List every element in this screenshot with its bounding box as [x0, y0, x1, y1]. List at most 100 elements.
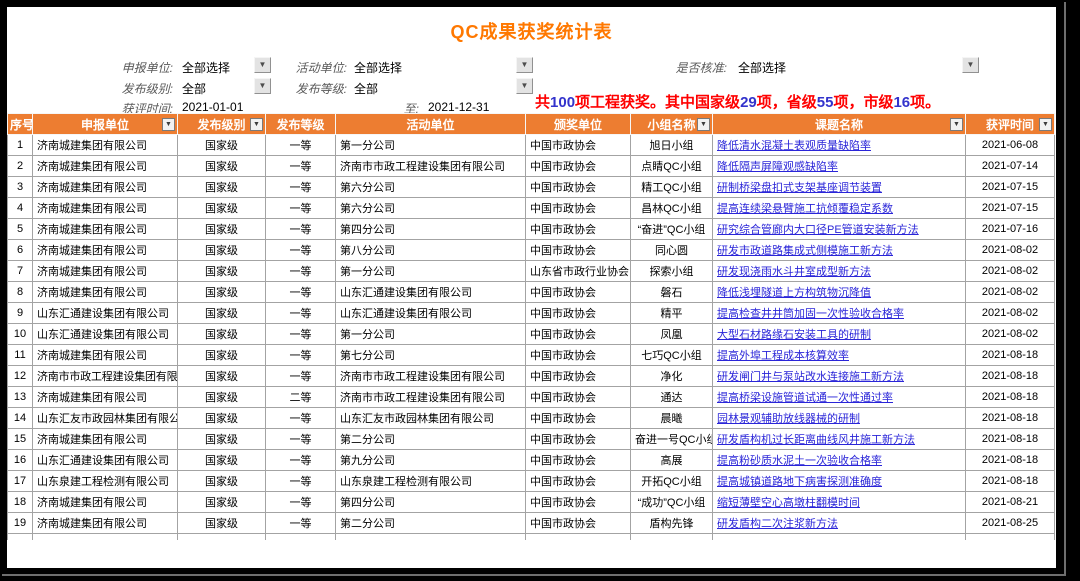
activity-unit-dropdown-icon[interactable]: ▼ [516, 57, 533, 73]
topic-link[interactable]: 提高粉砂质水泥土一次验收合格率 [717, 455, 882, 467]
cell-topic: 研制桥梁盘扣式支架基座调节装置 [713, 177, 966, 198]
cell-empty [266, 534, 336, 540]
cell-empty [631, 534, 713, 540]
summary-label: 项工程获奖。其中国家级 [575, 94, 740, 111]
approved-value[interactable]: 全部选择 [738, 59, 786, 76]
topic-link[interactable]: 研发现浇雨水斗井室成型新方法 [717, 266, 871, 278]
cell-group_name: 点睛QC小组 [631, 156, 713, 177]
summary-number: 16 [893, 94, 910, 111]
topic-link[interactable]: 提高城镇道路地下病害探测准确度 [717, 476, 882, 488]
cell-activity_unit: 第二分公司 [336, 429, 526, 450]
cell-activity_unit: 第二分公司 [336, 513, 526, 534]
publish-grade-value[interactable]: 全部 [354, 80, 378, 97]
cell-level: 国家级 [178, 219, 266, 240]
topic-link[interactable]: 提高桥梁设施管道试通一次性通过率 [717, 392, 893, 404]
cell-topic: 提高粉砂质水泥土一次验收合格率 [713, 450, 966, 471]
cell-group_name: 七巧QC小组 [631, 345, 713, 366]
topic-link[interactable]: 降低清水混凝土表观质量缺陷率 [717, 140, 871, 152]
cell-eval_date: 2021-07-14 [966, 156, 1055, 177]
column-filter-dropdown-icon[interactable]: ▼ [162, 118, 175, 131]
cell-award_unit: 中国市政协会 [526, 513, 631, 534]
window-frame-right-edge [1064, 2, 1066, 574]
activity-unit-label: 活动单位: [293, 59, 347, 76]
topic-link[interactable]: 提高连续梁悬臂施工抗倾覆稳定系数 [717, 203, 893, 215]
declare-unit-value[interactable]: 全部选择 [182, 59, 230, 76]
cell-level: 国家级 [178, 177, 266, 198]
cell-level: 国家级 [178, 135, 266, 156]
publish-level-value[interactable]: 全部 [182, 80, 206, 97]
cell-seq: 10 [8, 324, 33, 345]
declare-unit-dropdown-icon[interactable]: ▼ [254, 57, 271, 73]
cell-seq: 13 [8, 387, 33, 408]
activity-unit-value[interactable]: 全部选择 [354, 59, 402, 76]
column-filter-dropdown-icon[interactable]: ▼ [1039, 118, 1052, 131]
table-row: 1济南城建集团有限公司国家级一等第一分公司中国市政协会旭日小组降低清水混凝土表观… [8, 135, 1055, 156]
column-header-label: 序号 [10, 118, 33, 132]
approved-dropdown-icon[interactable]: ▼ [962, 57, 979, 73]
topic-link[interactable]: 研发闸门井与泵站改水连接施工新方法 [717, 371, 904, 383]
column-filter-dropdown-icon[interactable]: ▼ [697, 118, 710, 131]
cell-activity_unit: 第六分公司 [336, 198, 526, 219]
topic-link[interactable]: 降低隔声屏障观感缺陷率 [717, 161, 838, 173]
topic-link[interactable]: 研究综合管廊内大口径PE管道安装新方法 [717, 224, 919, 236]
cell-group_name: “成功”QC小组 [631, 492, 713, 513]
column-filter-dropdown-icon[interactable]: ▼ [950, 118, 963, 131]
cell-award_unit: 中国市政协会 [526, 282, 631, 303]
topic-link[interactable]: 提高检查井井筒加固一次性验收合格率 [717, 308, 904, 320]
topic-link[interactable]: 研发盾构机过长距离曲线风井施工新方法 [717, 434, 915, 446]
summary-label: 项，省级 [757, 94, 817, 111]
cell-unit: 济南城建集团有限公司 [33, 282, 178, 303]
cell-topic: 降低清水混凝土表观质量缺陷率 [713, 135, 966, 156]
cell-topic: 研发盾构机过长距离曲线风井施工新方法 [713, 429, 966, 450]
cell-award_unit: 中国市政协会 [526, 450, 631, 471]
cell-activity_unit: 济南市市政工程建设集团有限公司 [336, 387, 526, 408]
cell-empty [336, 534, 526, 540]
cell-topic: 提高连续梁悬臂施工抗倾覆稳定系数 [713, 198, 966, 219]
table-row: 9山东汇通建设集团有限公司国家级一等山东汇通建设集团有限公司中国市政协会精平提高… [8, 303, 1055, 324]
column-header-label: 获评时间 [986, 118, 1034, 132]
column-header-award_unit: 颁奖单位 [526, 114, 631, 135]
cell-activity_unit: 济南市市政工程建设集团有限公司 [336, 366, 526, 387]
eval-time-start-value[interactable]: 2021-01-01 [182, 100, 243, 114]
cell-level: 国家级 [178, 156, 266, 177]
results-table-wrap: 序号申报单位▼发布级别▼发布等级活动单位颁奖单位小组名称▼课题名称▼获评时间▼ … [7, 113, 1056, 540]
summary-label: 项。 [910, 94, 940, 111]
cell-award_unit: 中国市政协会 [526, 240, 631, 261]
cell-award_unit: 中国市政协会 [526, 408, 631, 429]
cell-unit: 济南城建集团有限公司 [33, 198, 178, 219]
page-title: QC成果获奖统计表 [7, 18, 1056, 44]
cell-grade: 一等 [266, 324, 336, 345]
summary-label: 项，市级 [833, 94, 893, 111]
column-filter-dropdown-icon[interactable]: ▼ [250, 118, 263, 131]
table-row: 13济南城建集团有限公司国家级二等济南市市政工程建设集团有限公司中国市政协会通达… [8, 387, 1055, 408]
cell-empty [33, 534, 178, 540]
topic-link[interactable]: 园林景观辅助放线器械的研制 [717, 413, 860, 425]
cell-activity_unit: 第六分公司 [336, 177, 526, 198]
cell-seq: 1 [8, 135, 33, 156]
cell-seq: 8 [8, 282, 33, 303]
topic-link[interactable]: 研制桥梁盘扣式支架基座调节装置 [717, 182, 882, 194]
publish-level-label: 发布级别: [121, 80, 173, 97]
publish-grade-dropdown-icon[interactable]: ▼ [516, 78, 533, 94]
cell-eval_date: 2021-08-18 [966, 345, 1055, 366]
cell-level: 国家级 [178, 240, 266, 261]
cell-grade: 一等 [266, 240, 336, 261]
cell-unit: 济南城建集团有限公司 [33, 513, 178, 534]
topic-link[interactable]: 研发市政道路集成式侧模施工新方法 [717, 245, 893, 257]
cell-activity_unit: 第八分公司 [336, 240, 526, 261]
topic-link[interactable]: 降低浅埋隧道上方构筑物沉降值 [717, 287, 871, 299]
topic-link[interactable]: 提高外埠工程成本核算效率 [717, 350, 849, 362]
topic-link[interactable]: 研发盾构二次注浆新方法 [717, 518, 838, 530]
cell-topic: 缩短薄壁空心高墩柱翻模时间 [713, 492, 966, 513]
topic-link[interactable]: 大型石材路缘石安装工具的研制 [717, 329, 871, 341]
topic-link[interactable]: 缩短薄壁空心高墩柱翻模时间 [717, 497, 860, 509]
column-header-seq: 序号 [8, 114, 33, 135]
publish-level-dropdown-icon[interactable]: ▼ [254, 78, 271, 94]
cell-eval_date: 2021-07-15 [966, 198, 1055, 219]
cell-activity_unit: 山东汇通建设集团有限公司 [336, 303, 526, 324]
cell-eval_date: 2021-08-18 [966, 408, 1055, 429]
cell-unit: 山东汇通建设集团有限公司 [33, 324, 178, 345]
cell-grade: 一等 [266, 282, 336, 303]
eval-time-end-value[interactable]: 2021-12-31 [428, 100, 489, 114]
cell-unit: 济南城建集团有限公司 [33, 135, 178, 156]
